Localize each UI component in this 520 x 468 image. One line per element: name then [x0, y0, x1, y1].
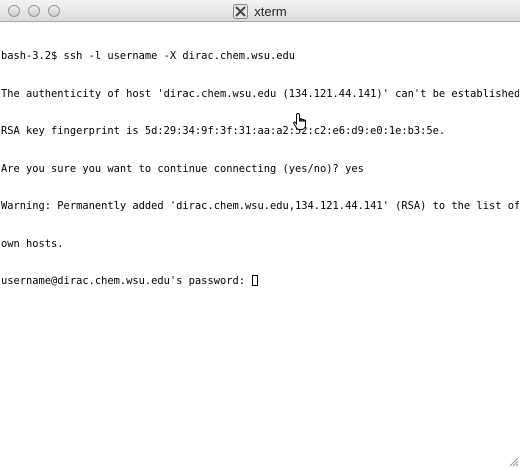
terminal-line: Warning: Permanently added 'dirac.chem.w…: [1, 200, 519, 212]
window-title-group: xterm: [0, 0, 520, 22]
terminal-line: RSA key fingerprint is 5d:29:34:9f:3f:31…: [1, 125, 446, 137]
window-title: xterm: [254, 3, 287, 19]
terminal-line: own hosts.: [1, 237, 64, 250]
terminal-line: Are you sure you want to continue connec…: [1, 162, 364, 175]
terminal-line: The authenticity of host 'dirac.chem.wsu…: [1, 87, 519, 100]
password-prompt: username@dirac.chem.wsu.edu's password:: [1, 275, 252, 287]
password-prompt-line: username@dirac.chem.wsu.edu's password:: [1, 275, 519, 288]
title-bar[interactable]: xterm: [0, 0, 520, 22]
x11-icon: [233, 3, 249, 19]
terminal-line: bash-3.2$ ssh -l username -X dirac.chem.…: [1, 50, 296, 62]
resize-grip-icon[interactable]: [507, 455, 519, 467]
xterm-window: xterm bash-3.2$ ssh -l username -X dirac…: [0, 0, 520, 468]
terminal-cursor[interactable]: [252, 275, 259, 286]
hand-pointer-icon: [293, 112, 306, 130]
terminal-output[interactable]: bash-3.2$ ssh -l username -X dirac.chem.…: [1, 25, 519, 465]
